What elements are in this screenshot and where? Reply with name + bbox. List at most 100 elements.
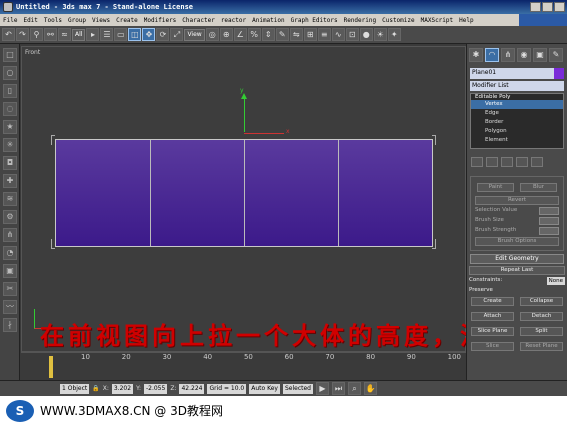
menu-edit[interactable]: Edit (20, 17, 40, 24)
bind-spacewarp-icon[interactable]: ≈ (58, 28, 71, 41)
attach-button[interactable]: Attach (471, 312, 514, 321)
modify-tab-icon[interactable]: ◠ (485, 48, 499, 62)
system-icon[interactable]: ⚙ (3, 210, 17, 224)
select-by-name-icon[interactable]: ☰ (100, 28, 114, 41)
menu-modifiers[interactable]: Modifiers (141, 17, 180, 24)
angle-snap-icon[interactable]: ∠ (233, 28, 247, 41)
motion-icon[interactable]: ◔ (3, 246, 17, 260)
modifier-list-dropdown[interactable]: Modifier List (470, 81, 564, 91)
stack-item-vertex[interactable]: Vertex (471, 100, 563, 109)
brush-strength-spinner[interactable] (539, 227, 559, 235)
torus-icon[interactable]: ◌ (3, 102, 17, 116)
gizmo-x-axis[interactable] (244, 133, 284, 134)
ref-coord-select[interactable]: View (184, 28, 205, 41)
timeline[interactable]: 10 20 30 40 50 60 70 80 90 100 (21, 352, 466, 378)
create-tab-icon[interactable]: ✱ (469, 48, 483, 62)
create-button[interactable]: Create (471, 297, 514, 306)
menu-tools[interactable]: Tools (41, 17, 65, 24)
constraints-select[interactable]: None (546, 277, 565, 285)
repeat-last-button[interactable]: Repeat Last (469, 266, 565, 275)
display-icon[interactable]: ▣ (3, 264, 17, 278)
motion-tab-icon[interactable]: ◉ (517, 48, 531, 62)
maximize-button[interactable] (542, 2, 553, 12)
cylinder-icon[interactable]: ▯ (3, 84, 17, 98)
sphere-icon[interactable]: ○ (3, 66, 17, 80)
revert-button[interactable]: Revert (475, 196, 559, 205)
helper-icon[interactable]: ✚ (3, 174, 17, 188)
render-scene-icon[interactable]: ☀ (373, 28, 387, 41)
object-name[interactable]: Plane01 (472, 68, 496, 79)
modifier-stack[interactable]: Editable Poly Vertex Edge Border Polygon… (470, 93, 564, 149)
preserve-uvs-checkbox[interactable]: Preserve (469, 287, 565, 293)
menu-create[interactable]: Create (113, 17, 141, 24)
gizmo-y-axis[interactable] (244, 97, 245, 132)
edit-geometry-header[interactable]: Edit Geometry (470, 254, 564, 264)
close-button[interactable] (554, 2, 565, 12)
stack-item-edge[interactable]: Edge (471, 109, 563, 118)
spacewarp-icon[interactable]: ≋ (3, 192, 17, 206)
auto-key-button[interactable]: Auto Key (249, 383, 280, 394)
stack-item-element[interactable]: Element (471, 136, 563, 145)
spinner-snap-icon[interactable]: ⇕ (261, 28, 275, 41)
lock-selection-icon[interactable]: 🔒 (92, 385, 99, 392)
pan-icon[interactable]: ✋ (363, 382, 377, 395)
viewport-label[interactable]: Front (25, 49, 40, 56)
play-icon[interactable]: ▶ (315, 382, 329, 395)
menu-animation[interactable]: Animation (249, 17, 288, 24)
object-name-field[interactable]: Plane01 (470, 68, 564, 79)
stack-item-border[interactable]: Border (471, 118, 563, 127)
redo-icon[interactable]: ↷ (16, 28, 29, 41)
select-scale-icon[interactable]: ⤢ (170, 28, 184, 41)
object-color-swatch[interactable] (554, 68, 564, 79)
configure-sets-icon[interactable] (531, 157, 543, 167)
hierarchy-tab-icon[interactable]: ⋔ (501, 48, 515, 62)
menu-views[interactable]: Views (89, 17, 113, 24)
select-object-icon[interactable]: ▸ (86, 28, 100, 41)
plane-object[interactable] (55, 139, 433, 247)
light-icon[interactable]: ✳ (3, 138, 17, 152)
pin-stack-icon[interactable] (471, 157, 483, 167)
quick-render-icon[interactable]: ✦ (387, 28, 401, 41)
minimize-button[interactable] (530, 2, 541, 12)
menu-reactor[interactable]: reactor (218, 17, 249, 24)
camera-icon[interactable]: ◘ (3, 156, 17, 170)
stack-item-polygon[interactable]: Polygon (471, 127, 563, 136)
slice-plane-button[interactable]: Slice Plane (471, 327, 514, 336)
named-selection-icon[interactable]: ✎ (275, 28, 289, 41)
hierarchy-icon[interactable]: ⋔ (3, 228, 17, 242)
remove-modifier-icon[interactable] (516, 157, 528, 167)
brush-options-button[interactable]: Brush Options (475, 237, 559, 246)
selection-filter-select[interactable]: All (72, 28, 86, 41)
app-icon[interactable] (3, 2, 13, 12)
split-checkbox[interactable]: Split (520, 327, 563, 336)
bone-icon[interactable]: ∤ (3, 318, 17, 332)
selection-value-spinner[interactable] (539, 207, 559, 215)
front-viewport[interactable]: Front y x (21, 46, 466, 352)
menu-help[interactable]: Help (456, 17, 476, 24)
snap-icon[interactable]: ⊕ (219, 28, 233, 41)
y-coordinate-field[interactable]: -2.055 (143, 383, 168, 394)
star-icon[interactable]: ★ (3, 120, 17, 134)
menu-character[interactable]: Character (179, 17, 218, 24)
undo-icon[interactable]: ↶ (2, 28, 15, 41)
z-coordinate-field[interactable]: 42.224 (179, 383, 205, 394)
blur-button[interactable]: Blur (520, 183, 557, 192)
menu-customize[interactable]: Customize (379, 17, 418, 24)
menu-rendering[interactable]: Rendering (341, 17, 380, 24)
x-coordinate-field[interactable]: 3.202 (111, 383, 134, 394)
curve-editor-icon[interactable]: ∿ (331, 28, 345, 41)
menu-file[interactable]: File (0, 17, 20, 24)
next-frame-icon[interactable]: ⏭ (331, 382, 345, 395)
link-icon[interactable]: ⚲ (30, 28, 43, 41)
paint-button[interactable]: Paint (477, 183, 514, 192)
utilities-tab-icon[interactable]: ✎ (549, 48, 563, 62)
layer-icon[interactable]: ≡ (317, 28, 331, 41)
select-move-icon[interactable]: ✥ (142, 28, 156, 41)
material-editor-icon[interactable]: ● (359, 28, 373, 41)
wave-icon[interactable]: 〰 (3, 300, 17, 314)
show-end-result-icon[interactable] (486, 157, 498, 167)
zoom-icon[interactable]: ⌕ (347, 382, 361, 395)
key-mode-select[interactable]: Selected (282, 383, 313, 394)
select-rotate-icon[interactable]: ⟳ (156, 28, 170, 41)
brush-size-spinner[interactable] (539, 217, 559, 225)
